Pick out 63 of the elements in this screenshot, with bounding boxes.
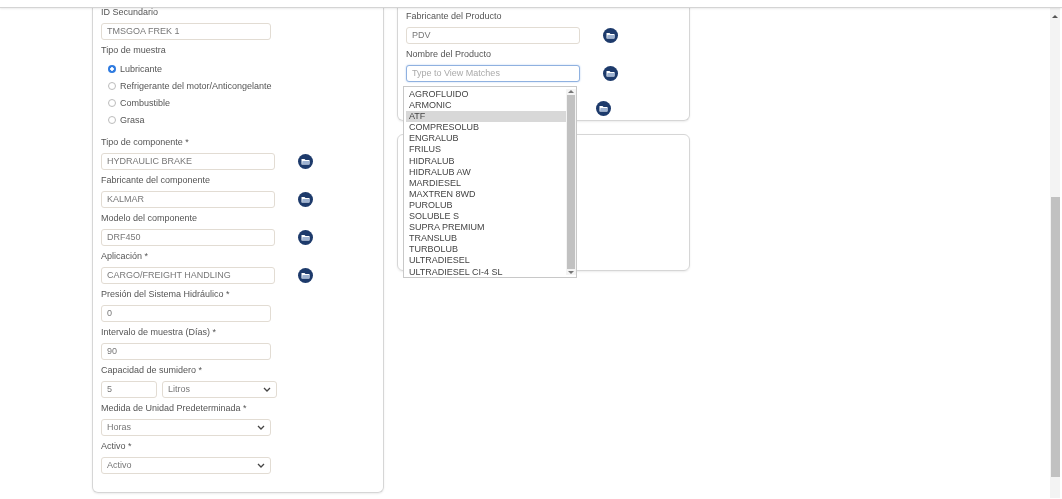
input-field[interactable]: 0	[101, 305, 271, 322]
input-field[interactable]: CARGO/FREIGHT HANDLING	[101, 267, 275, 284]
dropdown-option[interactable]: AGROFLUIDO	[406, 89, 566, 101]
field-label: Medida de Unidad Predeterminada *	[101, 402, 248, 415]
field-label: Aplicación *	[101, 250, 150, 263]
radio-button[interactable]	[108, 64, 116, 73]
folder-icon[interactable]	[596, 101, 611, 116]
dropdown-option[interactable]: COMPRESOLUB	[406, 122, 566, 134]
field-label: Fabricante del Producto	[406, 10, 503, 23]
scrollbar-thumb[interactable]	[567, 95, 575, 269]
dropdown-option[interactable]: ULTRADIESEL	[406, 255, 566, 267]
radio-label: Refrigerante del motor/Anticongelante	[120, 80, 272, 91]
field-label: Tipo de componente *	[101, 136, 190, 149]
field-label: Intervalo de muestra (Días) *	[101, 326, 218, 339]
radio-button[interactable]	[108, 98, 116, 107]
dropdown-option[interactable]: ATF	[406, 111, 566, 123]
field-label: Fabricante del componente	[101, 174, 212, 187]
dropdown-option[interactable]: HIDRALUB	[406, 155, 566, 167]
input-field[interactable]: 90	[101, 343, 271, 360]
folder-icon[interactable]	[298, 192, 313, 207]
chevron-down-icon	[257, 425, 265, 430]
field-label: ID Secundario	[101, 6, 160, 19]
radio-label: Lubricante	[120, 63, 163, 74]
scrollbar-thumb[interactable]	[1050, 197, 1060, 477]
folder-icon[interactable]	[603, 28, 618, 43]
field-label: Modelo del componente	[101, 212, 199, 225]
scroll-up-icon[interactable]	[1052, 14, 1058, 19]
radio-label: Grasa	[120, 114, 145, 125]
field-label: Tipo de muestra	[101, 44, 167, 57]
field-label: Presión del Sistema Hidráulico *	[101, 288, 231, 301]
folder-icon[interactable]	[298, 230, 313, 245]
input-field[interactable]: TMSGOA FREK 1	[101, 23, 271, 40]
chevron-down-icon	[263, 387, 271, 392]
dropdown-option[interactable]: ARMONIC	[406, 100, 566, 112]
chevron-down-icon	[257, 463, 265, 468]
field-label: Capacidad de sumidero *	[101, 364, 204, 377]
dropdown-option[interactable]: SOLUBLE S	[406, 211, 566, 223]
dropdown-option[interactable]: FRILUS	[406, 144, 566, 156]
dropdown-option[interactable]: TRANSLUB	[406, 233, 566, 245]
radio-button[interactable]	[108, 115, 116, 124]
unit-select[interactable]: Litros	[162, 381, 277, 398]
radio-button[interactable]	[108, 81, 116, 90]
select-field[interactable]: Activo	[101, 457, 271, 474]
select-field[interactable]: Horas	[101, 419, 271, 436]
radio-label: Combustible	[120, 97, 171, 108]
input-field[interactable]: HYDRAULIC BRAKE	[101, 153, 275, 170]
dropdown-option[interactable]: TURBOLUB	[406, 244, 566, 256]
dropdown-option[interactable]: SUPRA PREMIUM	[406, 222, 566, 234]
folder-icon[interactable]	[298, 268, 313, 283]
input-field[interactable]: 5	[101, 381, 157, 398]
dropdown-option[interactable]: HIDRALUB AW	[406, 166, 566, 178]
dropdown-option[interactable]: MARDIESEL	[406, 177, 566, 189]
folder-icon[interactable]	[298, 154, 313, 169]
input-field[interactable]: DRF450	[101, 229, 275, 246]
field-label: Nombre del Producto	[406, 48, 493, 61]
dropdown-option[interactable]: ULTRADIESEL CI-4 SL	[406, 266, 566, 278]
field-label: Activo *	[101, 440, 133, 453]
dropdown-option[interactable]: PUROLUB	[406, 199, 566, 212]
folder-icon[interactable]	[603, 66, 618, 81]
dropdown-option[interactable]: MAXTREN 8WD	[406, 188, 566, 200]
input-field[interactable]: KALMAR	[101, 191, 275, 208]
dropdown-option[interactable]: ENGRALUB	[406, 133, 566, 145]
input-field[interactable]: PDV	[406, 27, 580, 44]
